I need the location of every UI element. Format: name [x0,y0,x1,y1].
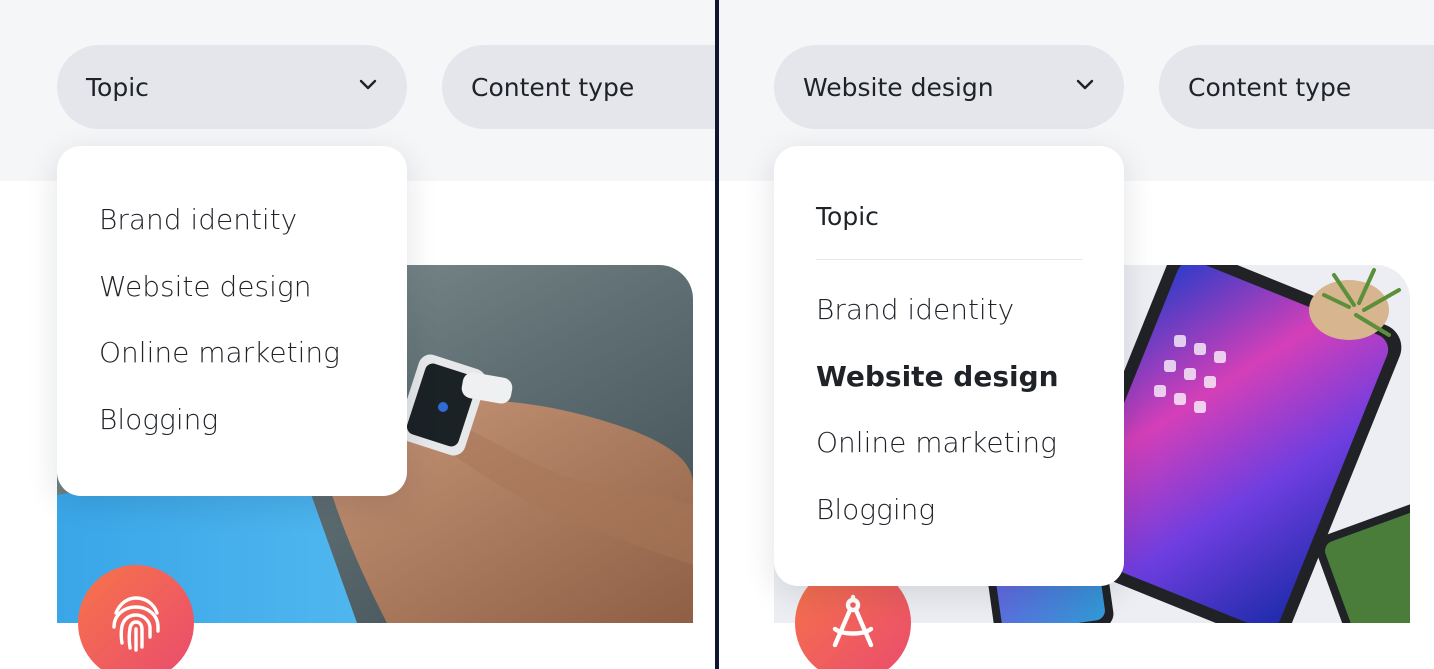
dropdown-item-online-marketing[interactable]: Online marketing [816,426,1057,459]
chevron-down-icon [1076,79,1094,90]
content-type-filter-label: Content type [1188,72,1352,102]
content-type-filter-dropdown[interactable]: Content type [1159,45,1434,129]
dropdown-item-brand-identity[interactable]: Brand identity [99,203,297,236]
fingerprint-icon [112,596,160,652]
dropdown-item-blogging[interactable]: Blogging [816,493,935,526]
chevron-down-icon [359,79,377,90]
dropdown-separator [816,259,1082,260]
topic-filter-dropdown[interactable]: Topic [57,45,407,129]
topic-dropdown-menu: Brand identity Website design Online mar… [57,146,407,496]
dropdown-item-website-design-selected[interactable]: Website design [816,360,1059,393]
left-panel: Topic Content type Brand identity Websit… [0,0,715,669]
content-type-filter-dropdown[interactable]: Content type [442,45,715,129]
dropdown-heading: Topic [816,202,879,231]
drafting-compass-icon [832,594,874,648]
right-panel: Website design Content type Topic Brand … [719,0,1434,669]
topic-filter-label: Website design [803,72,994,102]
dropdown-item-online-marketing[interactable]: Online marketing [99,336,340,369]
content-type-filter-label: Content type [471,72,635,102]
topic-filter-dropdown[interactable]: Website design [774,45,1124,129]
topic-dropdown-menu: Topic Brand identity Website design Onli… [774,146,1124,586]
topic-filter-label: Topic [86,72,149,102]
dropdown-item-brand-identity[interactable]: Brand identity [816,293,1014,326]
dropdown-item-blogging[interactable]: Blogging [99,403,218,436]
card-badge [78,565,194,669]
dropdown-item-website-design[interactable]: Website design [99,270,311,303]
